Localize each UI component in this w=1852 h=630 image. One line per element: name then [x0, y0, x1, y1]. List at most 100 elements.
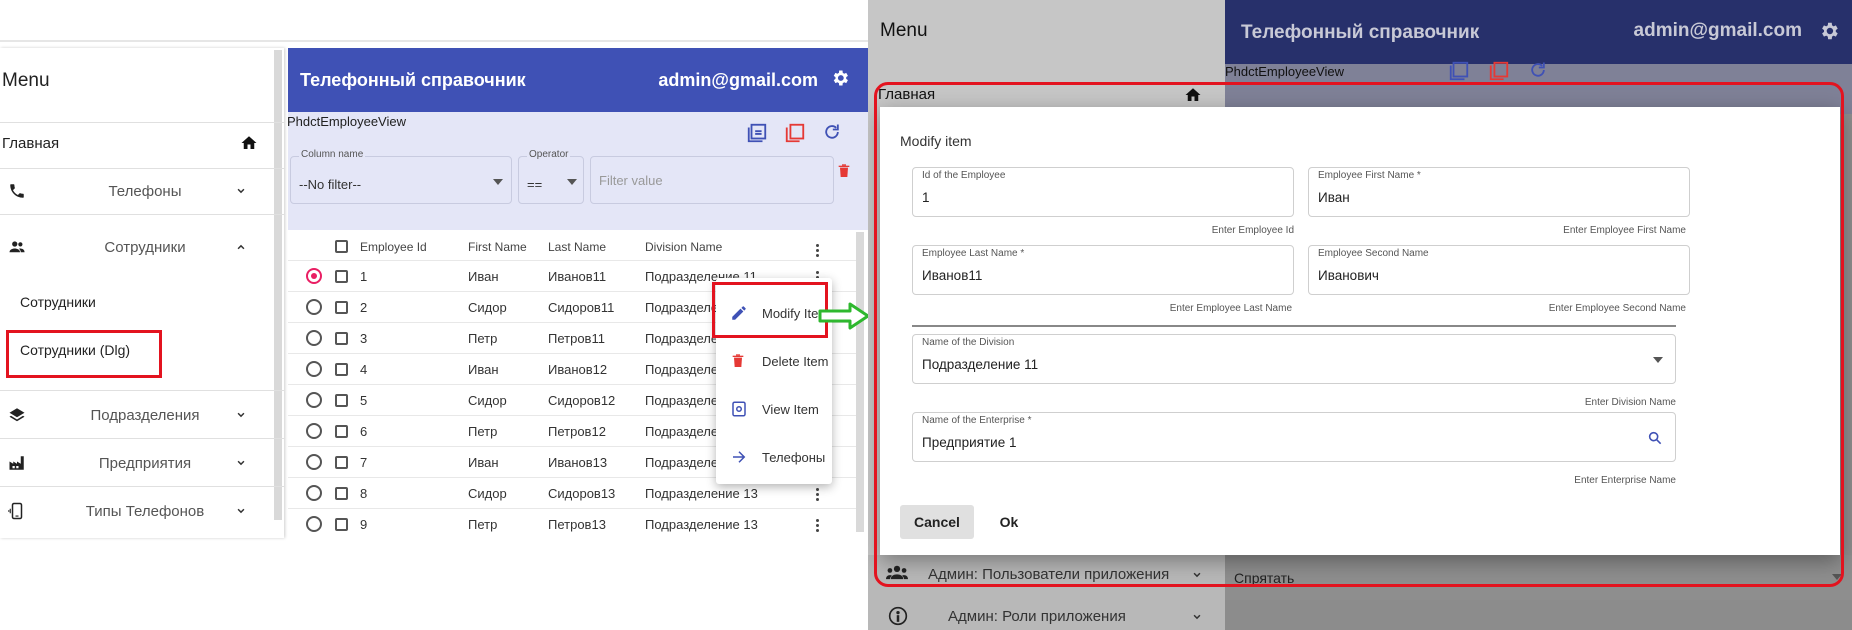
menu-item-phones[interactable]: Телефоны — [0, 168, 284, 214]
table-cell: Иван — [468, 362, 499, 377]
menu-item-label: Главная — [2, 135, 60, 152]
row-radio[interactable] — [306, 330, 322, 346]
row-checkbox[interactable] — [335, 394, 348, 407]
menu-item-label: Телефоны — [108, 182, 182, 200]
app-header: Телефонный справочник admin@gmail.com — [288, 48, 868, 112]
refresh-icon[interactable] — [1528, 60, 1548, 80]
delete-filter-icon[interactable] — [836, 162, 852, 180]
row-checkbox[interactable] — [335, 487, 348, 500]
top-divider — [0, 40, 868, 42]
view-name: PhdctEmployeeView — [1225, 64, 1344, 79]
column-header[interactable]: Division Name — [645, 240, 722, 254]
menu-item-divisions[interactable]: Подразделения — [0, 392, 284, 438]
right-screenshot: Menu Главная Телефонный справочник admin… — [868, 0, 1852, 630]
arrow-right-icon — [818, 302, 870, 330]
layers-icon — [8, 406, 26, 424]
row-radio[interactable] — [306, 392, 322, 408]
table-scrollbar[interactable] — [856, 232, 864, 532]
menu-item-employees[interactable]: Сотрудники — [0, 224, 284, 270]
copy-icon[interactable] — [1488, 60, 1510, 82]
menu-item-home[interactable]: Главная — [0, 122, 284, 168]
menu-item-phone-types[interactable]: Типы Телефонов — [0, 488, 284, 534]
submenu-item-employees[interactable]: Сотрудники — [20, 294, 96, 310]
user-email[interactable]: admin@gmail.com — [658, 70, 818, 91]
table-cell: Иванов12 — [548, 362, 608, 377]
view-icon — [730, 400, 748, 418]
row-radio[interactable] — [306, 423, 322, 439]
phone-icon — [8, 182, 26, 200]
column-name-value: --No filter-- — [299, 177, 362, 192]
refresh-icon[interactable] — [822, 122, 842, 142]
column-header[interactable]: First Name — [468, 240, 527, 254]
row-checkbox[interactable] — [335, 301, 348, 314]
column-header[interactable]: Last Name — [548, 240, 606, 254]
select-all-checkbox[interactable] — [335, 240, 348, 253]
gear-icon[interactable] — [830, 68, 850, 88]
row-checkbox[interactable] — [335, 270, 348, 283]
row-checkbox[interactable] — [335, 332, 348, 345]
gear-icon[interactable] — [1818, 20, 1840, 42]
menu-item-admin-roles[interactable]: Админ: Роли приложения — [948, 608, 1126, 625]
menu-item-label: Сотрудники — [104, 238, 186, 256]
table-cell: Сидоров13 — [548, 486, 616, 501]
add-view-icon[interactable] — [1448, 60, 1470, 82]
table-cell: Петров12 — [548, 424, 606, 439]
table-cell: 4 — [360, 362, 368, 377]
table-cell: Петр — [468, 517, 498, 532]
dropdown-arrow-icon — [567, 179, 577, 185]
table-cell: 3 — [360, 331, 368, 346]
filter-value-placeholder: Filter value — [599, 173, 663, 188]
table-cell: Сидор — [468, 393, 507, 408]
row-radio[interactable] — [306, 268, 322, 284]
app-header: Телефонный справочник admin@gmail.com — [1225, 0, 1852, 64]
row-radio[interactable] — [306, 454, 322, 470]
left-screenshot: Menu Главная Телефоны Сотрудники Сотрудн… — [0, 0, 870, 630]
row-checkbox[interactable] — [335, 425, 348, 438]
menu-title: Menu — [2, 70, 50, 91]
table-cell: Сидоров11 — [548, 300, 615, 315]
column-name-select[interactable]: Column name --No filter-- — [290, 149, 512, 204]
copy-icon[interactable] — [784, 122, 806, 144]
add-view-icon[interactable] — [746, 122, 768, 144]
table-cell: Сидор — [468, 486, 507, 501]
highlight-box — [712, 282, 828, 338]
menu-item-label: Предприятия — [98, 454, 192, 472]
row-radio[interactable] — [306, 485, 322, 501]
row-checkbox[interactable] — [335, 456, 348, 469]
menu-item-phones-link[interactable]: Телефоны — [716, 434, 832, 478]
table-cell: Иван — [468, 455, 499, 470]
menu-item-view[interactable]: View Item — [716, 386, 832, 430]
column-header[interactable]: Employee Id — [360, 240, 427, 254]
filter-value-input[interactable]: Filter value — [590, 156, 834, 204]
table-cell: Иванов13 — [548, 455, 608, 470]
operator-label: Operator — [527, 149, 571, 160]
operator-value: == — [527, 177, 543, 192]
menu-item-enterprises[interactable]: Предприятия — [0, 440, 284, 486]
more-vert-icon[interactable] — [816, 242, 820, 259]
more-vert-icon[interactable] — [816, 517, 820, 534]
context-item-label: View Item — [762, 402, 819, 417]
table-cell: Иван — [468, 269, 499, 284]
people-icon — [8, 238, 26, 256]
table-cell: Петров11 — [548, 331, 605, 346]
highlight-box — [6, 330, 162, 378]
row-checkbox[interactable] — [335, 518, 348, 531]
row-radio[interactable] — [306, 516, 322, 532]
menu-item-label: Подразделения — [90, 406, 200, 424]
menu-divider — [0, 486, 284, 487]
user-email[interactable]: admin@gmail.com — [1634, 20, 1802, 42]
more-vert-icon[interactable] — [816, 486, 820, 503]
table-cell: Сидор — [468, 300, 507, 315]
table-cell: 1 — [360, 269, 368, 284]
row-radio[interactable] — [306, 299, 322, 315]
factory-icon — [8, 454, 26, 472]
menu-item-delete[interactable]: Delete Item — [716, 338, 832, 382]
chevron-up-icon — [234, 240, 248, 254]
operator-select[interactable]: Operator == — [518, 149, 584, 204]
row-checkbox[interactable] — [335, 363, 348, 376]
table-cell: Подразделение 13 — [645, 517, 758, 532]
row-radio[interactable] — [306, 361, 322, 377]
delete-icon — [730, 352, 746, 370]
table-row[interactable]: 9 Петр Петров13 Подразделение 13 — [288, 508, 856, 539]
column-name-label: Column name — [299, 149, 366, 160]
